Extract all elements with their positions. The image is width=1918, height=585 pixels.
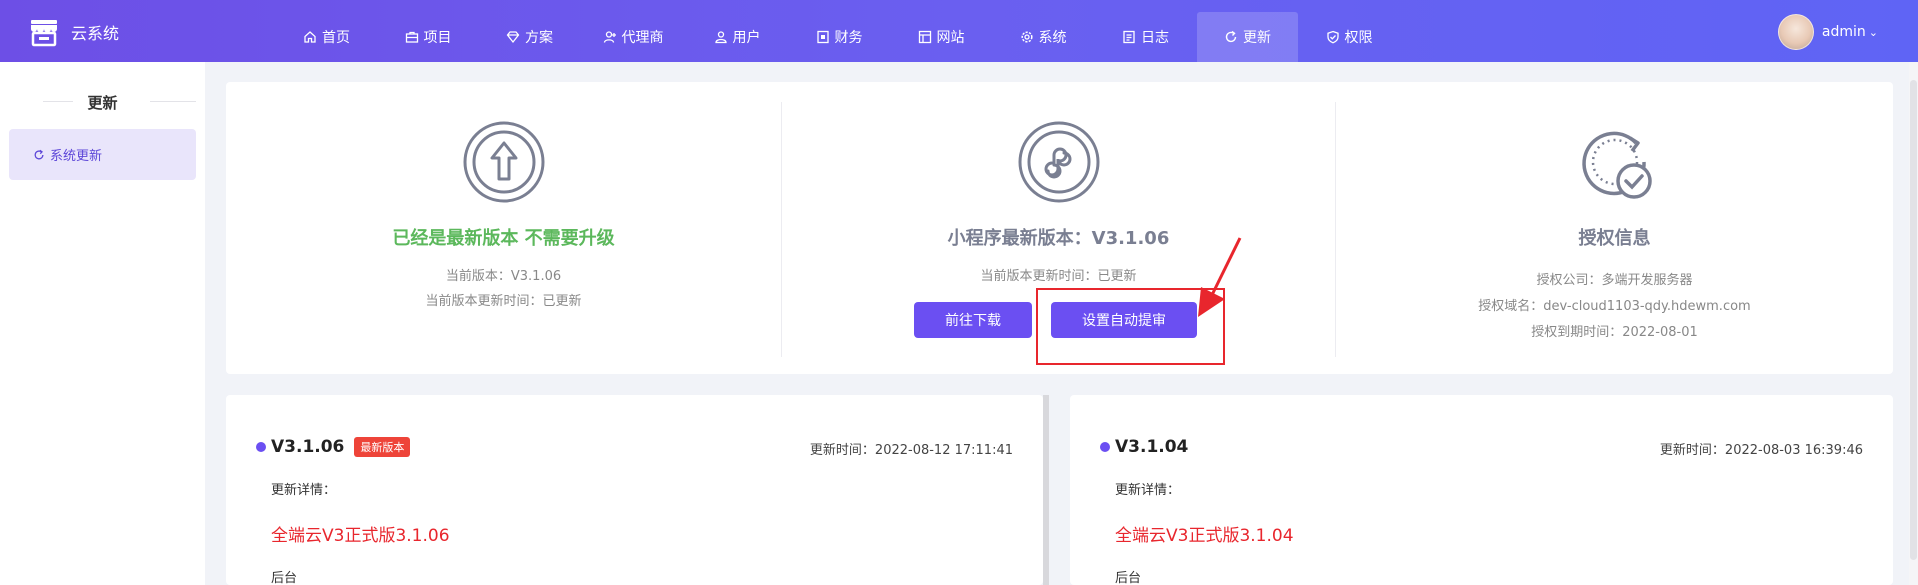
user-menu[interactable]: admin ⌄ bbox=[1777, 14, 1878, 50]
nav-website[interactable]: 网站 bbox=[890, 12, 992, 62]
license-panel: 授权信息 授权公司：多端开发服务器 授权域名：dev-cloud1103-qdy… bbox=[1336, 82, 1893, 374]
version-number: V3.1.04 bbox=[1115, 437, 1189, 457]
section-label: 后台 bbox=[271, 571, 298, 585]
avatar[interactable] bbox=[1777, 14, 1814, 50]
miniprogram-version-title: 小程序最新版本：V3.1.06 bbox=[947, 228, 1170, 249]
upload-circle-icon bbox=[463, 121, 545, 203]
license-check-icon bbox=[1582, 131, 1652, 199]
update-detail-label: 更新详情： bbox=[1115, 483, 1181, 498]
home-icon bbox=[304, 31, 316, 43]
current-version: 当前版本：V3.1.06 bbox=[445, 269, 562, 284]
website-icon bbox=[918, 30, 931, 44]
shield-check-icon bbox=[1326, 30, 1339, 44]
refresh-icon bbox=[34, 149, 44, 159]
latest-badge: 最新版本 bbox=[354, 437, 411, 457]
top-navbar: 云系统 首页 项目 方案 代理商 用户 财务 网站 系统 日志 更新 权限 ad… bbox=[0, 0, 1918, 62]
users-icon bbox=[714, 31, 727, 44]
nav-log[interactable]: 日志 bbox=[1094, 12, 1197, 62]
gear-icon bbox=[1020, 31, 1033, 43]
main-nav: 首页 项目 方案 代理商 用户 财务 网站 系统 日志 更新 权限 bbox=[276, 12, 1400, 62]
finance-icon bbox=[816, 30, 829, 44]
bullet-dot bbox=[256, 442, 266, 452]
scrollbar[interactable] bbox=[1043, 395, 1049, 585]
miniprogram-update-time: 当前版本更新时间：已更新 bbox=[980, 269, 1137, 284]
log-icon bbox=[1123, 30, 1135, 44]
store-icon bbox=[31, 20, 57, 47]
nav-update[interactable]: 更新 bbox=[1197, 12, 1298, 62]
latest-version-panel: 已经是最新版本 不需要升级 当前版本：V3.1.06 当前版本更新时间：已更新 bbox=[226, 82, 781, 374]
nav-project[interactable]: 项目 bbox=[377, 12, 479, 62]
brand-name: 云系统 bbox=[71, 24, 120, 43]
refresh-icon bbox=[1225, 30, 1237, 43]
username: admin bbox=[1821, 24, 1866, 40]
nav-permission[interactable]: 权限 bbox=[1298, 12, 1400, 62]
nav-home[interactable]: 首页 bbox=[276, 12, 377, 62]
sidebar-title: 更新 bbox=[87, 94, 118, 112]
license-company: 授权公司：多端开发服务器 bbox=[1536, 273, 1693, 288]
version-number: V3.1.06 bbox=[271, 437, 345, 457]
nav-finance[interactable]: 财务 bbox=[788, 12, 890, 62]
version-title: 全端云V3正式版3.1.04 bbox=[1115, 526, 1294, 546]
latest-status-title: 已经是最新版本 不需要升级 bbox=[392, 228, 615, 249]
section-label: 后台 bbox=[1115, 571, 1142, 585]
download-button[interactable]: 前往下载 bbox=[914, 302, 1032, 338]
sidebar-item-system-update[interactable]: 系统更新 bbox=[9, 129, 196, 180]
version-update-time: 更新时间：2022-08-12 17:11:41 bbox=[809, 443, 1013, 458]
diamond-icon bbox=[506, 31, 520, 44]
sidebar: 更新 系统更新 bbox=[0, 62, 205, 585]
miniprogram-icon bbox=[1018, 121, 1100, 203]
version-card: V3.1.04 更新时间：2022-08-03 16:39:46 更新详情： 全… bbox=[1070, 395, 1893, 585]
license-title: 授权信息 bbox=[1578, 228, 1651, 249]
nav-users[interactable]: 用户 bbox=[686, 12, 788, 62]
update-detail-label: 更新详情： bbox=[271, 483, 337, 498]
brand[interactable]: 云系统 bbox=[29, 17, 119, 47]
arrow-icon bbox=[1198, 237, 1242, 317]
license-domain: 授权域名：dev-cloud1103-qdy.hdewm.com bbox=[1478, 299, 1751, 314]
chevron-down-icon: ⌄ bbox=[1868, 25, 1878, 39]
briefcase-icon bbox=[405, 31, 418, 43]
nav-system[interactable]: 系统 bbox=[992, 12, 1094, 62]
current-update-time: 当前版本更新时间：已更新 bbox=[425, 294, 582, 309]
nav-plan[interactable]: 方案 bbox=[479, 12, 580, 62]
version-title: 全端云V3正式版3.1.06 bbox=[271, 526, 450, 546]
bullet-dot bbox=[1100, 442, 1110, 452]
user-add-icon bbox=[603, 31, 616, 43]
divider bbox=[150, 101, 196, 102]
version-header: V3.1.04 bbox=[1100, 437, 1188, 457]
sidebar-item-label: 系统更新 bbox=[50, 149, 103, 164]
license-expire: 授权到期时间：2022-08-01 bbox=[1531, 325, 1698, 340]
scrollbar-thumb[interactable] bbox=[1910, 80, 1917, 560]
version-update-time: 更新时间：2022-08-03 16:39:46 bbox=[1659, 443, 1863, 458]
nav-agent[interactable]: 代理商 bbox=[580, 12, 686, 62]
version-header: V3.1.06 最新版本 bbox=[256, 437, 411, 457]
version-card: V3.1.06 最新版本 更新时间：2022-08-12 17:11:41 更新… bbox=[226, 395, 1043, 585]
